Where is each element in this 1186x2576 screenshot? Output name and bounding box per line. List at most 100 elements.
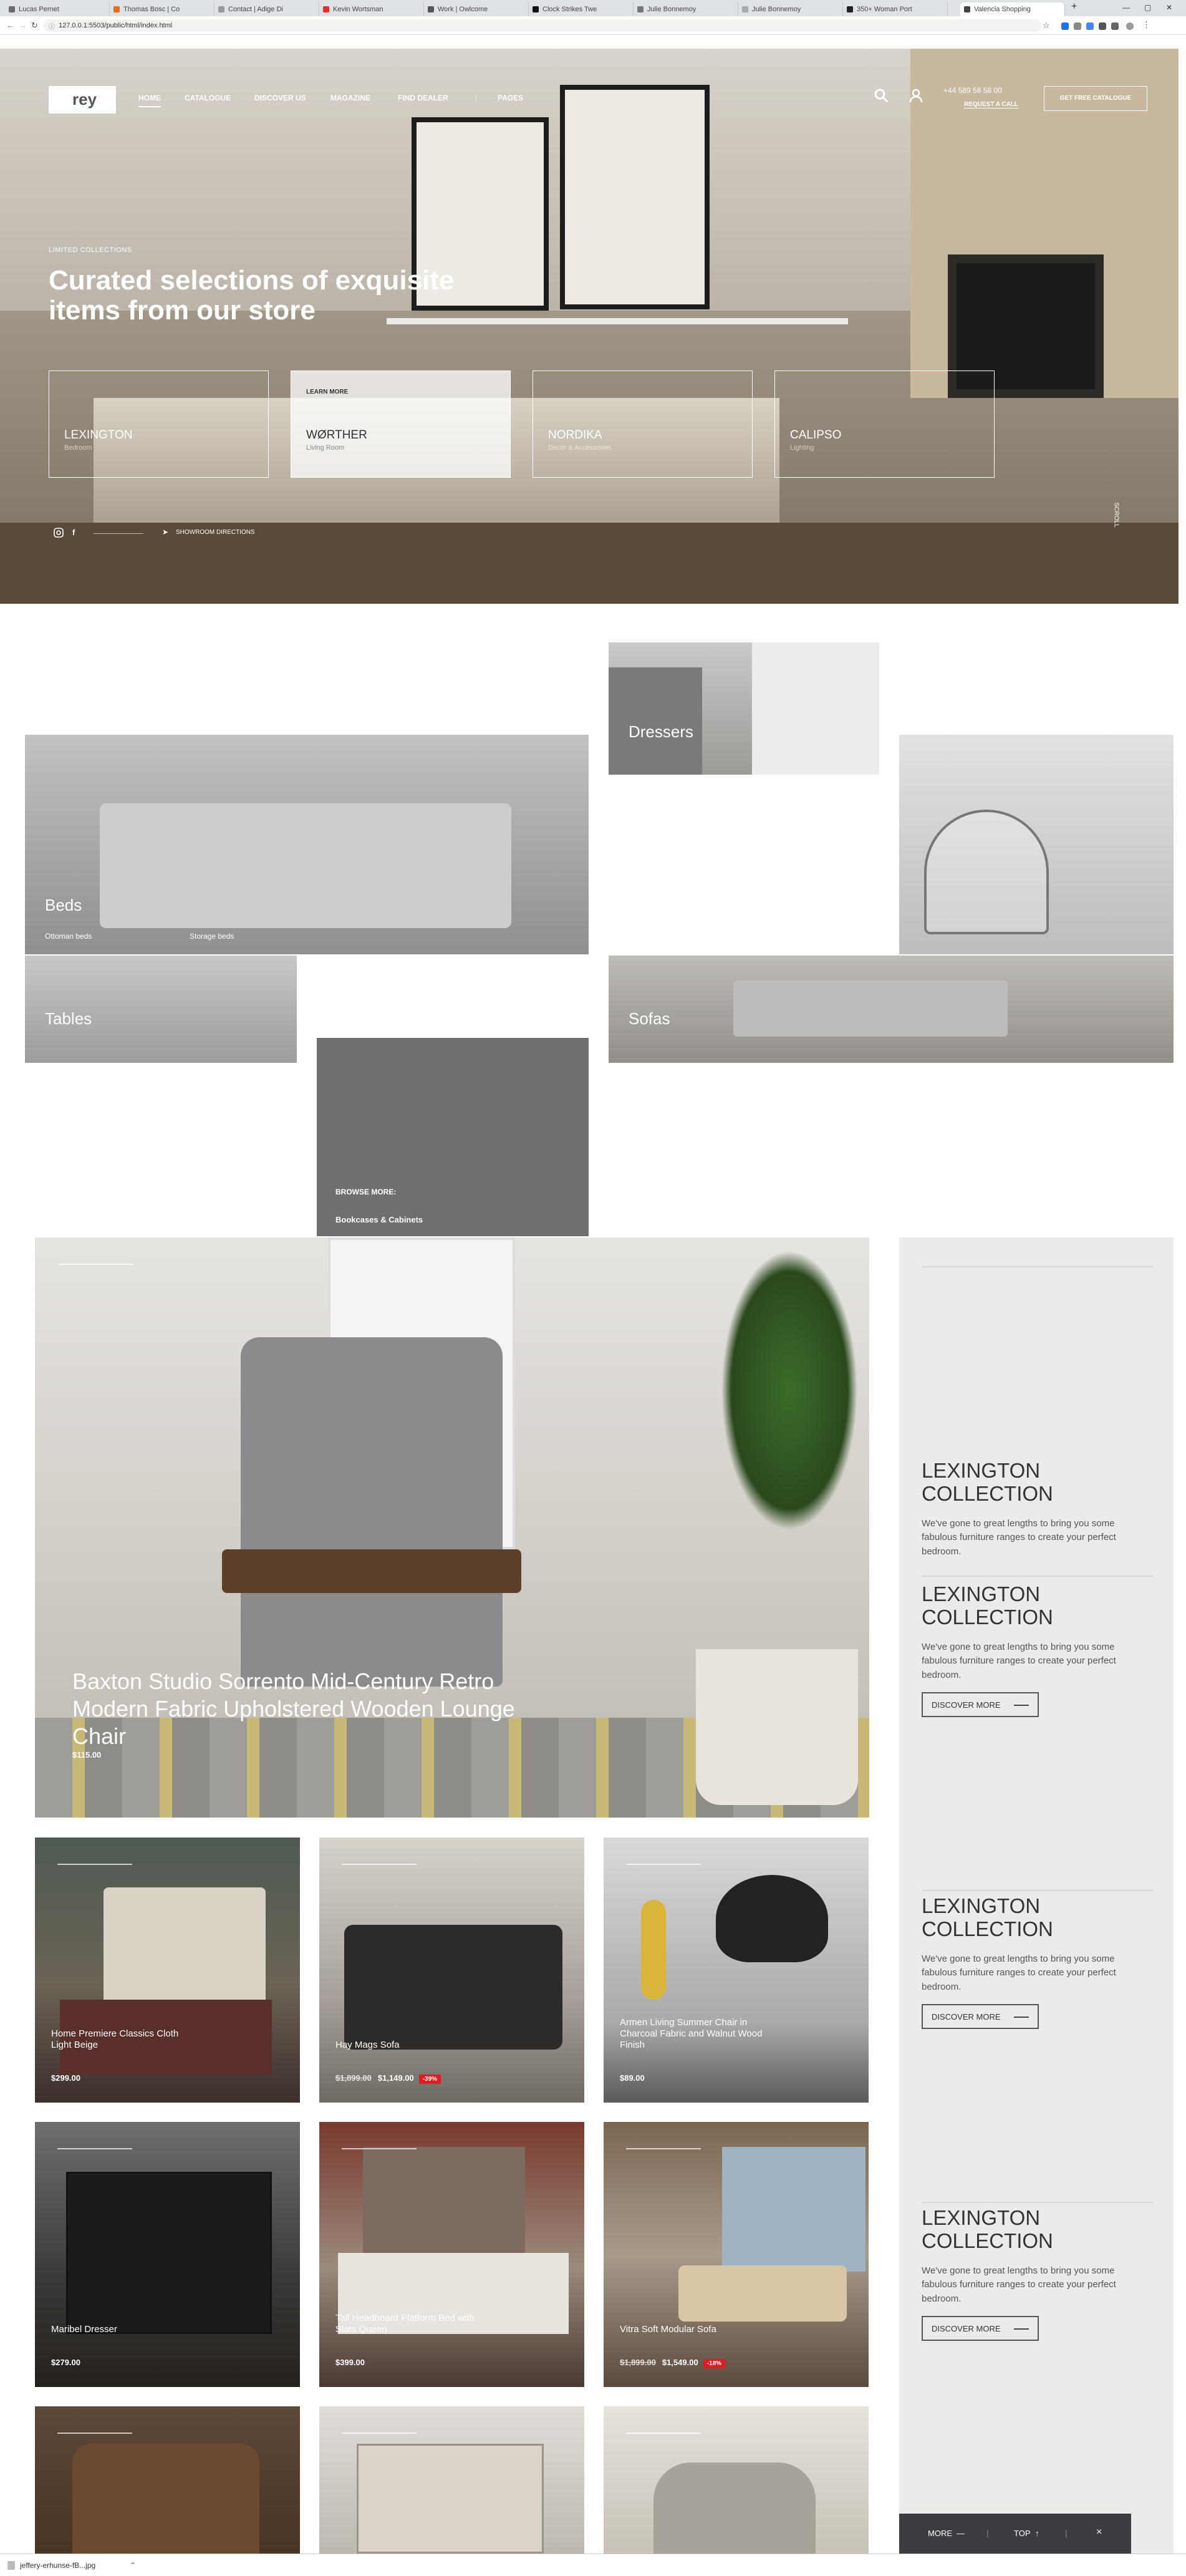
extension-icon[interactable] <box>1074 22 1081 30</box>
product-card[interactable]: Maribel Dresser $279.00 <box>35 2122 300 2387</box>
back-icon[interactable]: ← <box>6 21 14 30</box>
forward-icon[interactable]: → <box>19 21 27 30</box>
browser-tab[interactable]: Kevin Wortsman <box>319 2 424 16</box>
product-card[interactable]: Home Premiere Classics Cloth Light Beige… <box>35 1838 300 2103</box>
collection-card-lexington[interactable]: LEXINGTON Bedroom <box>49 370 269 478</box>
maximize-icon[interactable]: ▢ <box>1144 3 1151 12</box>
discover-more-button[interactable]: DISCOVER MORE <box>922 1692 1039 1718</box>
product-card[interactable] <box>319 2406 584 2554</box>
category-tile-dressers[interactable]: Dressers <box>609 642 879 775</box>
product-name[interactable]: Maribel Dresser <box>51 2324 117 2335</box>
minimize-icon[interactable]: — <box>1122 3 1130 12</box>
file-icon <box>7 2561 15 2570</box>
category-sublink[interactable]: Ottoman beds <box>45 932 92 941</box>
sofa-decor <box>344 1925 562 2050</box>
slider-dots[interactable] <box>59 1264 133 1265</box>
extension-icon[interactable] <box>1086 22 1094 30</box>
product-name[interactable]: Vitra Soft Modular Sofa <box>620 2324 716 2335</box>
reload-icon[interactable]: ↻ <box>31 21 38 31</box>
category-tile-chair[interactable] <box>899 735 1174 954</box>
collection-card-calipso[interactable]: CALIPSO Lighting <box>774 370 995 478</box>
collection-block: LEXINGTON COLLECTION We've gone to great… <box>922 2206 1146 2341</box>
slider-dots[interactable] <box>57 2148 132 2149</box>
featured-title[interactable]: Baxton Studio Sorrento Mid-Century Retro… <box>72 1668 559 1750</box>
nav-catalogue[interactable]: CATALOGUE <box>185 94 231 102</box>
recliner-decor <box>72 2444 259 2554</box>
learn-more-link[interactable]: LEARN MORE <box>306 389 348 395</box>
free-catalogue-button[interactable]: GET FREE CATALOGUE <box>1044 86 1147 111</box>
nav-home[interactable]: HOME <box>138 94 161 107</box>
browse-more-link[interactable]: Bookcases & Cabinets <box>335 1215 423 1224</box>
instagram-icon[interactable] <box>54 528 64 540</box>
slider-dots[interactable] <box>57 2433 132 2434</box>
headboard-decor <box>363 2147 525 2259</box>
download-file-name[interactable]: jeffery-erhunse-fB...jpg <box>20 2561 95 2570</box>
browser-tab[interactable]: Julie Bonnemoy <box>634 2 738 16</box>
discover-more-button[interactable]: DISCOVER MORE <box>922 2316 1039 2341</box>
nav-find-dealer[interactable]: FIND DEALER <box>398 94 448 102</box>
search-icon[interactable] <box>873 87 889 104</box>
slider-dots[interactable] <box>57 1864 132 1865</box>
site-logo[interactable]: rey <box>49 86 116 114</box>
category-tile-tables[interactable]: Tables <box>25 956 297 1063</box>
account-icon[interactable] <box>908 87 924 104</box>
collection-card-nordika[interactable]: NORDIKA Decor & Accessories <box>533 370 753 478</box>
category-sublink[interactable]: Storage beds <box>190 932 234 941</box>
browse-more-box[interactable]: BROWSE MORE: Bookcases & Cabinets <box>317 1038 589 1236</box>
slider-dots[interactable] <box>626 2148 701 2149</box>
featured-product-card[interactable]: Baxton Studio Sorrento Mid-Century Retro… <box>35 1237 869 1818</box>
slider-dots[interactable] <box>342 2148 417 2149</box>
menu-kebab-icon[interactable]: ⋮ <box>1142 20 1150 30</box>
showroom-directions-link[interactable]: SHOWROOM DIRECTIONS <box>176 529 255 536</box>
slider-dots[interactable] <box>626 1864 701 1865</box>
extension-icon[interactable] <box>1061 22 1069 30</box>
product-card[interactable] <box>604 2406 869 2554</box>
slider-dots[interactable] <box>342 1864 417 1865</box>
close-icon[interactable]: ✕ <box>1166 3 1172 12</box>
address-bar[interactable]: ⓘ 127.0.0.1:5503/public/html/index.html <box>44 19 1041 32</box>
basket-decor <box>696 1649 858 1805</box>
product-name[interactable]: Home Premiere Classics Cloth Light Beige <box>51 2028 188 2051</box>
product-name[interactable]: Armen Living Summer Chair in Charcoal Fa… <box>620 2017 763 2051</box>
bookmark-star-icon[interactable]: ☆ <box>1043 21 1050 31</box>
new-tab-button[interactable]: + <box>1071 1 1077 12</box>
chevron-up-icon[interactable]: ⌃ <box>130 2561 136 2570</box>
product-card[interactable]: Hay Mags Sofa $1,899.00 $1,149.00 -39% <box>319 1838 584 2103</box>
top-button[interactable]: TOP <box>1014 2529 1031 2538</box>
nav-pages[interactable]: PAGES <box>498 94 523 102</box>
slider-dots[interactable] <box>342 2433 417 2434</box>
product-name[interactable]: Hay Mags Sofa <box>335 2040 400 2051</box>
scroll-indicator[interactable]: SCROLL <box>1113 502 1120 527</box>
product-card[interactable]: Vitra Soft Modular Sofa $1,899.00 $1,549.… <box>604 2122 869 2387</box>
request-call-link[interactable]: REQUEST A CALL <box>964 101 1019 109</box>
browser-tab[interactable]: Thomas Bosc | Co <box>110 2 215 16</box>
browser-tab[interactable]: 350+ Woman Port <box>843 2 948 16</box>
close-bar-button[interactable]: × <box>1096 2527 1102 2538</box>
product-card[interactable]: Tall Headboard Platform Bed with Slats Q… <box>319 2122 584 2387</box>
browser-tab-active[interactable]: Valencia Shopping <box>960 2 1065 16</box>
product-name[interactable]: Tall Headboard Platform Bed with Slats Q… <box>335 2313 479 2335</box>
profile-avatar[interactable] <box>1126 22 1134 30</box>
category-tile-beds[interactable]: Beds Ottoman beds Storage beds <box>25 735 589 954</box>
product-card[interactable] <box>35 2406 300 2554</box>
phone-number[interactable]: +44 589 58 58 00 <box>943 86 1002 95</box>
facebook-icon[interactable]: f <box>72 528 75 537</box>
info-icon[interactable]: ⓘ <box>49 21 55 31</box>
nav-magazine[interactable]: MAGAZINE <box>330 94 370 102</box>
collection-card-worther[interactable]: LEARN MORE WØRTHER Living Room <box>291 370 511 478</box>
more-button[interactable]: MORE <box>928 2529 952 2538</box>
slider-dots[interactable] <box>626 2433 701 2434</box>
browser-tab[interactable]: Clock Strikes Twe <box>529 2 634 16</box>
nav-discover-us[interactable]: DISCOVER US <box>254 94 306 102</box>
collections-sidebar: LEXINGTON COLLECTION We've gone to great… <box>899 1237 1174 2576</box>
product-card[interactable]: Armen Living Summer Chair in Charcoal Fa… <box>604 1838 869 2103</box>
discover-more-button[interactable]: DISCOVER MORE <box>922 2004 1039 2030</box>
category-tile-sofas[interactable]: Sofas <box>609 956 1174 1063</box>
collection-sub: Bedroom <box>64 444 92 452</box>
browser-tab[interactable]: Lucas Pernet <box>5 2 110 16</box>
browser-tab[interactable]: Julie Bonnemoy <box>738 2 843 16</box>
extensions-puzzle-icon[interactable] <box>1111 22 1119 30</box>
browser-tab[interactable]: Work | Owlcome <box>424 2 529 16</box>
extension-icon[interactable] <box>1099 22 1106 30</box>
browser-tab[interactable]: Contact | Adige Di <box>215 2 319 16</box>
